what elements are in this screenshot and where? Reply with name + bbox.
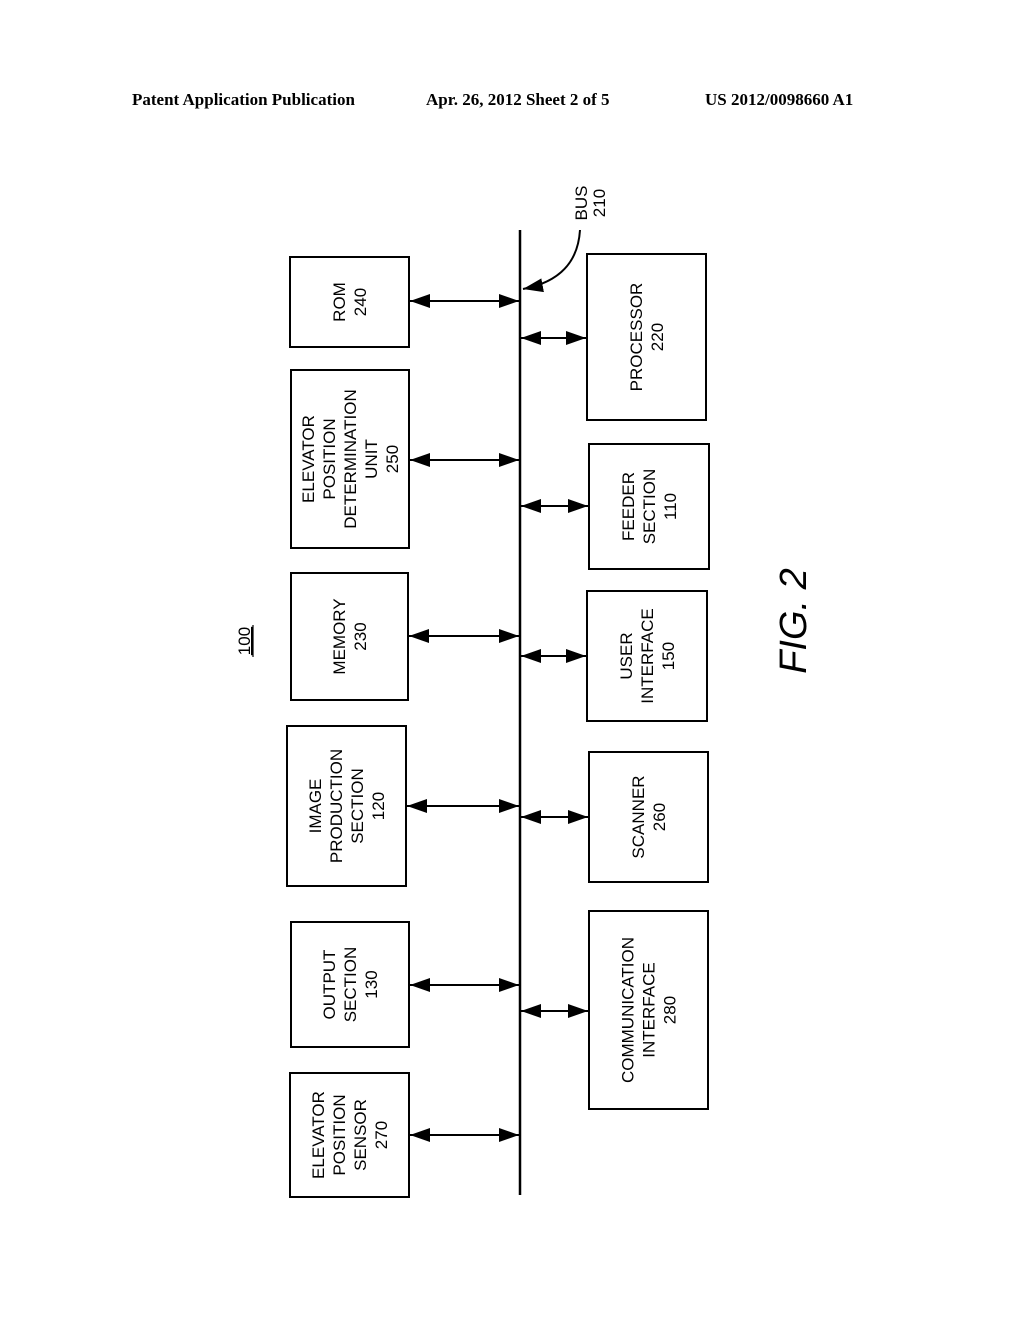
blocks-group: ROM 240ELEVATOR POSITION DETERMINATION UNIT 2…: [286, 253, 710, 1198]
elevator-position-determination-unit-label-line: UNIT: [362, 439, 381, 479]
image-production-section-label-line: PRODUCTION: [327, 749, 346, 863]
system-ref-text: 100: [235, 627, 254, 655]
block-feeder-section: FEEDER SECTION 110: [521, 443, 710, 570]
figure-label: FIG. 2: [773, 568, 815, 674]
block-diagram: BUS 210 100 FIG. 2 ROM 240ELEVATOR POSITIO…: [235, 186, 815, 1198]
output-section-label-line: SECTION: [341, 947, 360, 1023]
output-section-label-line: OUTPUT: [320, 950, 339, 1020]
block-scanner: SCANNER 260: [521, 751, 709, 883]
communication-interface-label-line: INTERFACE: [640, 962, 659, 1057]
figure-label-text: FIG. 2: [773, 568, 815, 674]
block-image-production-section: IMAGE PRODUCTION SECTION 120: [286, 725, 519, 887]
block-output-section: OUTPUT SECTION 130: [290, 921, 519, 1048]
elevator-position-determination-unit-label-line: ELEVATOR: [299, 415, 318, 503]
block-processor: PROCESSOR 220: [521, 253, 707, 421]
elevator-position-determination-unit-label-line: DETERMINATION: [341, 389, 360, 528]
feeder-section-label-line: FEEDER: [619, 472, 638, 541]
image-production-section-box: [286, 725, 407, 887]
communication-interface-label-line: 280: [661, 996, 680, 1024]
block-user-interface: USER INTERFACE 150: [521, 590, 708, 722]
image-production-section-label-line: IMAGE: [306, 779, 325, 834]
feeder-section-label-line: 110: [661, 493, 680, 520]
image-production-section-label-line: 120: [369, 792, 388, 820]
user-interface-label-line: 150: [659, 642, 678, 670]
feeder-section-label-line: SECTION: [640, 469, 659, 545]
memory-label-line: MEMORY: [330, 598, 349, 674]
memory-box: [290, 572, 409, 701]
scanner-box: [588, 751, 709, 883]
communication-interface-label-line: COMMUNICATION: [619, 937, 638, 1083]
block-elevator-position-determination-unit: ELEVATOR POSITION DETERMINATION UNIT 250: [290, 369, 519, 549]
rom-label-line: ROM: [330, 282, 349, 322]
bus-ref-text: 210: [590, 189, 609, 217]
processor-box: [586, 253, 707, 421]
block-communication-interface: COMMUNICATION INTERFACE 280: [521, 910, 709, 1110]
processor-label-line: PROCESSOR: [627, 283, 646, 392]
elevator-position-determination-unit-label-line: 250: [383, 445, 402, 473]
rom-box: [289, 256, 410, 348]
scanner-label-line: SCANNER: [629, 775, 648, 858]
rom-label-line: 240: [351, 288, 370, 316]
system-reference: 100: [235, 625, 254, 657]
block-elevator-position-sensor: ELEVATOR POSITION SENSOR 270: [289, 1072, 519, 1198]
processor-label-line: 220: [648, 323, 667, 351]
image-production-section-label-line: SECTION: [348, 768, 367, 844]
scanner-label-line: 260: [650, 803, 669, 831]
user-interface-label-line: INTERFACE: [638, 608, 657, 703]
block-rom: ROM 240: [289, 256, 519, 348]
user-interface-label-line: USER: [617, 632, 636, 679]
bus-label: BUS 210: [572, 186, 609, 221]
bus-leader-arrow: [522, 229, 581, 293]
bus-label-text: BUS: [572, 186, 591, 221]
elevator-position-sensor-label-line: 270: [372, 1121, 391, 1149]
output-section-label-line: 130: [362, 970, 381, 998]
elevator-position-sensor-label-line: POSITION: [330, 1094, 349, 1175]
memory-label-line: 230: [351, 622, 370, 650]
elevator-position-sensor-box: [289, 1072, 410, 1198]
block-memory: MEMORY 230: [290, 572, 519, 701]
elevator-position-sensor-label-line: ELEVATOR: [309, 1091, 328, 1179]
elevator-position-determination-unit-label-line: POSITION: [320, 418, 339, 499]
elevator-position-sensor-label-line: SENSOR: [351, 1099, 370, 1171]
